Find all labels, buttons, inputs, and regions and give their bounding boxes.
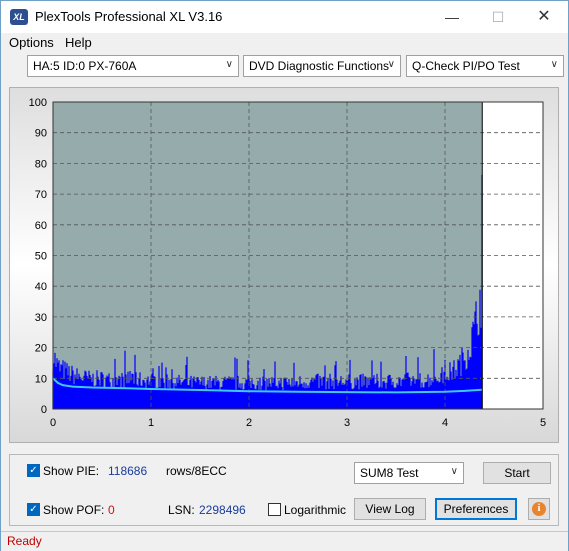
menu-bar: Options Help — [1, 33, 568, 53]
info-button[interactable]: i — [528, 498, 550, 520]
chevron-down-icon: ∨ — [387, 59, 395, 70]
app-logo-icon: XL — [10, 9, 28, 25]
minimize-button[interactable]: — — [429, 1, 475, 33]
function-select-value: DVD Diagnostic Functions — [249, 59, 390, 73]
x-tick-label: 4 — [442, 417, 448, 429]
y-tick-label: 50 — [35, 251, 47, 263]
y-tick-label: 40 — [35, 281, 47, 293]
plot-unscanned-area — [482, 102, 543, 409]
controls-panel: ✓ Show PIE: 118686 rows/8ECC SUM8 Test ∨… — [9, 454, 559, 526]
x-tick-label: 2 — [246, 417, 252, 429]
app-window: XL PlexTools Professional XL V3.16 — ☐ ✕… — [0, 0, 569, 551]
menu-options[interactable]: Options — [9, 35, 54, 50]
logarithmic-checkbox[interactable] — [268, 503, 281, 516]
y-tick-label: 100 — [29, 97, 47, 109]
close-button[interactable]: ✕ — [521, 1, 567, 33]
view-log-button[interactable]: View Log — [354, 498, 426, 520]
lsn-label: LSN: — [168, 503, 195, 517]
status-text: Ready — [7, 534, 42, 548]
test-select-value: Q-Check PI/PO Test — [412, 59, 520, 73]
y-tick-label: 60 — [35, 220, 47, 232]
show-pof-label: Show POF: — [43, 503, 105, 517]
start-button[interactable]: Start — [483, 462, 551, 484]
show-pie-checkbox[interactable]: ✓ — [27, 464, 40, 477]
x-tick-label: 5 — [540, 417, 546, 429]
y-tick-label: 90 — [35, 128, 47, 140]
window-title: PlexTools Professional XL V3.16 — [35, 9, 223, 24]
function-select[interactable]: DVD Diagnostic Functions ∨ — [243, 55, 401, 77]
pie-value: 118686 — [108, 464, 148, 478]
y-tick-label: 70 — [35, 189, 47, 201]
sum-test-select[interactable]: SUM8 Test ∨ — [354, 462, 464, 484]
y-tick-label: 0 — [41, 404, 47, 416]
info-icon: i — [532, 502, 546, 516]
show-pof-checkbox[interactable]: ✓ — [27, 503, 40, 516]
x-tick-label: 3 — [344, 417, 350, 429]
chevron-down-icon: ∨ — [225, 59, 233, 70]
pie-unit: rows/8ECC — [166, 464, 227, 478]
title-bar: XL PlexTools Professional XL V3.16 — ☐ ✕ — [1, 1, 568, 33]
lsn-value: 2298496 — [199, 503, 246, 517]
status-bar: Ready — [1, 531, 568, 551]
show-pie-label: Show PIE: — [43, 464, 100, 478]
x-tick-label: 0 — [50, 417, 56, 429]
y-tick-label: 20 — [35, 343, 47, 355]
x-tick-label: 1 — [148, 417, 154, 429]
pof-value: 0 — [108, 503, 115, 517]
y-tick-label: 80 — [35, 158, 47, 170]
y-tick-label: 30 — [35, 312, 47, 324]
toolbar: HA:5 ID:0 PX-760A ∨ DVD Diagnostic Funct… — [1, 53, 568, 79]
drive-select-value: HA:5 ID:0 PX-760A — [33, 59, 137, 73]
chart-panel: 0 10 20 30 40 50 60 70 80 90 100 0 1 2 3 4 5 — [9, 87, 559, 443]
drive-select[interactable]: HA:5 ID:0 PX-760A ∨ — [27, 55, 239, 77]
chevron-down-icon: ∨ — [450, 466, 458, 477]
chevron-down-icon: ∨ — [550, 59, 558, 70]
menu-help[interactable]: Help — [65, 35, 92, 50]
y-tick-label: 10 — [35, 373, 47, 385]
test-select[interactable]: Q-Check PI/PO Test ∨ — [406, 55, 564, 77]
pie-chart-svg: 0 10 20 30 40 50 60 70 80 90 100 0 1 2 3 4 5 — [29, 97, 546, 429]
preferences-button[interactable]: Preferences — [435, 498, 517, 520]
sum-test-select-value: SUM8 Test — [360, 466, 419, 480]
maximize-button[interactable]: ☐ — [475, 1, 521, 33]
logarithmic-label: Logarithmic — [284, 503, 347, 517]
